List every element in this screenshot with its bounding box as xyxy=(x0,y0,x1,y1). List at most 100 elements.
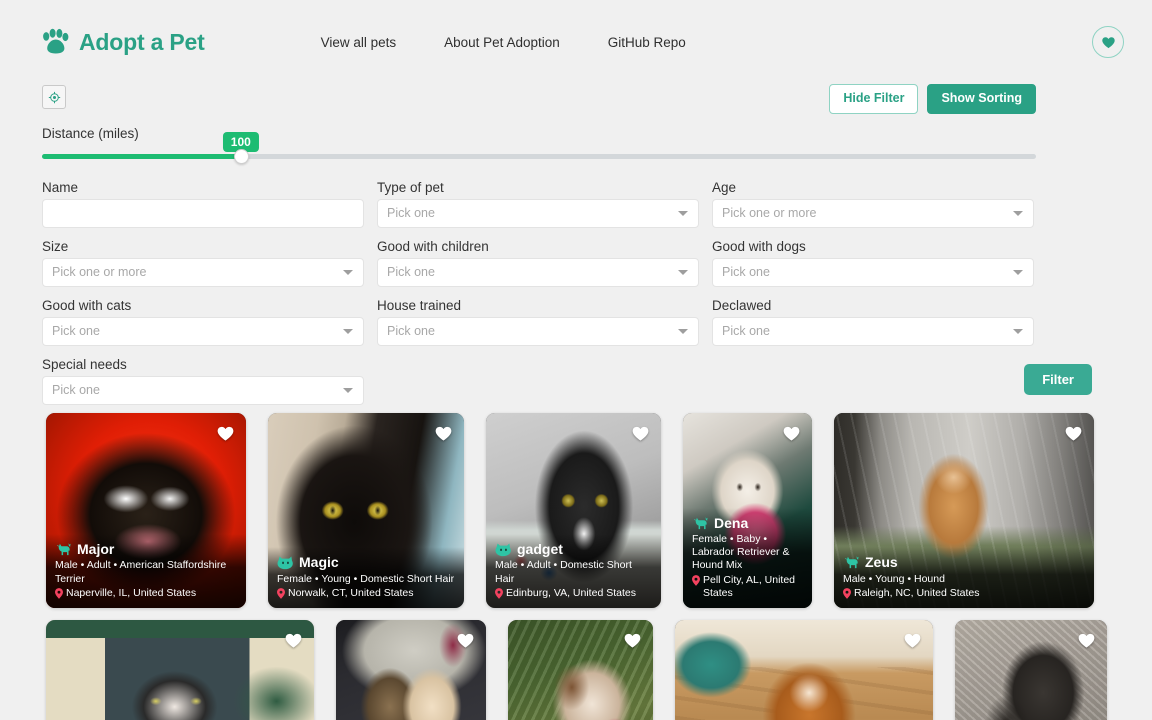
pet-name: gadget xyxy=(517,541,563,558)
age-select[interactable]: Pick one or more xyxy=(712,198,1034,228)
slider-fill xyxy=(42,153,241,159)
pet-card[interactable]: Major Male • Adult • American Staffordsh… xyxy=(46,412,246,608)
chevron-down-icon xyxy=(343,270,353,276)
heart-icon xyxy=(783,426,800,441)
favorite-toggle[interactable] xyxy=(903,631,922,650)
pet-name-row: Major xyxy=(55,541,237,557)
name-input[interactable] xyxy=(42,198,364,228)
pet-location-text: Norwalk, CT, United States xyxy=(288,586,414,599)
chevron-down-icon xyxy=(678,329,688,335)
house-trained-placeholder: Pick one xyxy=(387,324,435,339)
distance-slider-label: Distance (miles) xyxy=(42,125,139,141)
filter-toolbar: Hide Filter Show Sorting xyxy=(42,84,1036,114)
good-with-dogs-select[interactable]: Pick one xyxy=(712,257,1034,287)
pet-name-row: gadget xyxy=(495,541,652,557)
chevron-down-icon xyxy=(343,329,353,335)
cat-icon xyxy=(495,543,511,557)
filter-field-declawed: Declawed Pick one xyxy=(712,298,1034,346)
type-of-pet-select[interactable]: Pick one xyxy=(377,198,699,228)
pet-name: Magic xyxy=(299,554,339,571)
pet-card[interactable]: Magic Female • Young • Domestic Short Ha… xyxy=(268,412,464,608)
dog-icon xyxy=(845,555,859,569)
label-good-with-dogs: Good with dogs xyxy=(712,238,806,254)
pet-name: Zeus xyxy=(865,554,898,571)
house-trained-select[interactable]: Pick one xyxy=(377,316,699,346)
chevron-down-icon xyxy=(343,388,353,394)
pet-card[interactable] xyxy=(46,619,314,720)
age-placeholder: Pick one or more xyxy=(722,206,817,221)
pet-card[interactable] xyxy=(336,619,486,720)
cat-icon xyxy=(277,556,293,570)
label-declawed: Declawed xyxy=(712,297,772,313)
good-with-cats-select[interactable]: Pick one xyxy=(42,316,364,346)
pet-location: Norwalk, CT, United States xyxy=(277,587,455,600)
filter-field-type-of-pet: Type of pet Pick one xyxy=(377,180,699,228)
label-size: Size xyxy=(42,238,69,254)
heart-icon xyxy=(904,633,921,648)
pet-info: Major Male • Adult • American Staffordsh… xyxy=(46,534,246,608)
pet-name-row: Zeus xyxy=(843,554,1085,570)
favorite-toggle[interactable] xyxy=(434,424,453,443)
slider-thumb[interactable] xyxy=(233,148,249,164)
heart-icon xyxy=(217,426,234,441)
favorites-button[interactable] xyxy=(1092,26,1124,58)
filter-field-good-with-dogs: Good with dogs Pick one xyxy=(712,239,1034,287)
pet-results-row-1: Major Male • Adult • American Staffordsh… xyxy=(0,395,1152,608)
pet-card[interactable] xyxy=(675,619,933,720)
chevron-down-icon xyxy=(1013,270,1023,276)
nav-link-about-pet-adoption[interactable]: About Pet Adoption xyxy=(444,35,560,50)
label-type-of-pet: Type of pet xyxy=(377,179,444,195)
size-select[interactable]: Pick one or more xyxy=(42,257,364,287)
pet-location: Naperville, IL, United States xyxy=(55,587,237,600)
nav-link-github-repo[interactable]: GitHub Repo xyxy=(608,35,686,50)
nav-link-view-all-pets[interactable]: View all pets xyxy=(321,35,397,50)
favorite-toggle[interactable] xyxy=(216,424,235,443)
filter-panel: Hide Filter Show Sorting Distance (miles… xyxy=(0,84,1152,405)
good-with-children-select[interactable]: Pick one xyxy=(377,257,699,287)
brand-name: Adopt a Pet xyxy=(79,28,205,55)
pet-location: Raleigh, NC, United States xyxy=(843,587,1085,600)
declawed-select[interactable]: Pick one xyxy=(712,316,1034,346)
special-needs-select[interactable]: Pick one xyxy=(42,375,364,405)
good-with-cats-placeholder: Pick one xyxy=(52,324,100,339)
distance-slider[interactable]: 100 xyxy=(42,131,1036,168)
pet-meta: Male • Young • Hound xyxy=(843,572,945,585)
location-pin-icon xyxy=(55,587,63,599)
favorite-toggle[interactable] xyxy=(1077,631,1096,650)
brand-logo[interactable]: Adopt a Pet xyxy=(40,28,205,56)
show-sorting-button[interactable]: Show Sorting xyxy=(927,84,1036,114)
pet-location-text: Raleigh, NC, United States xyxy=(854,586,980,599)
chevron-down-icon xyxy=(678,270,688,276)
good-with-children-placeholder: Pick one xyxy=(387,265,435,280)
favorite-toggle[interactable] xyxy=(284,631,303,650)
favorite-toggle[interactable] xyxy=(623,631,642,650)
favorite-toggle[interactable] xyxy=(631,424,650,443)
pet-card[interactable] xyxy=(955,619,1107,720)
heart-icon xyxy=(624,633,641,648)
filter-button[interactable]: Filter xyxy=(1024,363,1092,395)
location-pin-icon xyxy=(495,587,503,599)
pet-card[interactable]: gadget Male • Adult • Domestic Short Hai… xyxy=(486,412,661,608)
pet-card[interactable] xyxy=(508,619,653,720)
pet-location: Edinburg, VA, United States xyxy=(495,587,652,600)
declawed-placeholder: Pick one xyxy=(722,324,770,339)
filter-field-size: Size Pick one or more xyxy=(42,239,364,287)
chevron-down-icon xyxy=(1013,211,1023,217)
pet-location-text: Pell City, AL, United States xyxy=(703,573,796,599)
pet-card[interactable]: Dena Female • Baby • Labrador Retriever … xyxy=(683,412,812,608)
pet-card[interactable]: Zeus Male • Young • Hound Raleigh, NC, U… xyxy=(834,412,1094,608)
location-pin-icon xyxy=(277,587,285,599)
geolocate-button[interactable] xyxy=(42,85,66,109)
chevron-down-icon xyxy=(1013,329,1023,335)
hide-filter-button[interactable]: Hide Filter xyxy=(829,84,919,114)
location-pin-icon xyxy=(843,587,851,599)
heart-icon xyxy=(285,633,302,648)
pet-name-row: Dena xyxy=(692,515,803,531)
pet-name-row: Magic xyxy=(277,554,455,570)
favorite-toggle[interactable] xyxy=(782,424,801,443)
favorite-toggle[interactable] xyxy=(456,631,475,650)
favorite-toggle[interactable] xyxy=(1064,424,1083,443)
dog-icon xyxy=(694,516,708,529)
heart-icon xyxy=(1078,633,1095,648)
heart-icon xyxy=(1065,426,1082,441)
